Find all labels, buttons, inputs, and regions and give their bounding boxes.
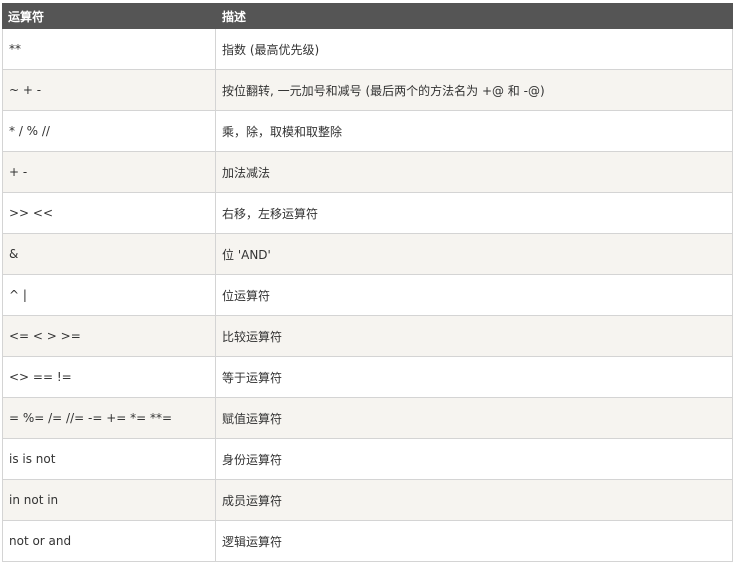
- operator-cell: **: [2, 28, 216, 70]
- operator-cell: ^ |: [2, 274, 216, 316]
- description-cell: 等于运算符: [215, 356, 733, 398]
- description-cell: 身份运算符: [215, 438, 733, 480]
- operator-cell: = %= /= //= -= += *= **=: [2, 397, 216, 439]
- table-row: in not in 成员运算符: [2, 479, 733, 521]
- table-row: + - 加法减法: [2, 151, 733, 193]
- table-row: ** 指数 (最高优先级): [2, 28, 733, 70]
- table-row: * / % // 乘，除，取模和取整除: [2, 110, 733, 152]
- table-row: not or and 逻辑运算符: [2, 520, 733, 562]
- operator-cell: >> <<: [2, 192, 216, 234]
- operator-cell: &: [2, 233, 216, 275]
- description-cell: 加法减法: [215, 151, 733, 193]
- column-header-description: 描述: [215, 3, 733, 29]
- description-cell: 成员运算符: [215, 479, 733, 521]
- table-row: <> == != 等于运算符: [2, 356, 733, 398]
- description-cell: 逻辑运算符: [215, 520, 733, 562]
- table-row: ~ + - 按位翻转, 一元加号和减号 (最后两个的方法名为 +@ 和 -@): [2, 69, 733, 111]
- operator-cell: + -: [2, 151, 216, 193]
- column-header-operator: 运算符: [2, 3, 216, 29]
- table-row: & 位 'AND': [2, 233, 733, 275]
- description-cell: 乘，除，取模和取整除: [215, 110, 733, 152]
- description-cell: 指数 (最高优先级): [215, 28, 733, 70]
- operator-cell: ~ + -: [2, 69, 216, 111]
- description-cell: 按位翻转, 一元加号和减号 (最后两个的方法名为 +@ 和 -@): [215, 69, 733, 111]
- table-row: >> << 右移，左移运算符: [2, 192, 733, 234]
- table-row: <= < > >= 比较运算符: [2, 315, 733, 357]
- operator-precedence-table-container: 运算符 描述 ** 指数 (最高优先级) ~ + - 按位翻转, 一元加号和减号…: [2, 3, 733, 562]
- operator-cell: in not in: [2, 479, 216, 521]
- operator-cell: * / % //: [2, 110, 216, 152]
- operator-cell: is is not: [2, 438, 216, 480]
- operator-cell: <> == !=: [2, 356, 216, 398]
- table-header: 运算符 描述: [2, 3, 733, 29]
- table-body: ** 指数 (最高优先级) ~ + - 按位翻转, 一元加号和减号 (最后两个的…: [2, 28, 733, 562]
- operator-cell: not or and: [2, 520, 216, 562]
- table-row: is is not 身份运算符: [2, 438, 733, 480]
- description-cell: 右移，左移运算符: [215, 192, 733, 234]
- description-cell: 比较运算符: [215, 315, 733, 357]
- description-cell: 赋值运算符: [215, 397, 733, 439]
- table-header-row: 运算符 描述: [2, 3, 733, 29]
- operator-precedence-table: 运算符 描述 ** 指数 (最高优先级) ~ + - 按位翻转, 一元加号和减号…: [2, 3, 733, 562]
- table-row: ^ | 位运算符: [2, 274, 733, 316]
- description-cell: 位 'AND': [215, 233, 733, 275]
- description-cell: 位运算符: [215, 274, 733, 316]
- operator-cell: <= < > >=: [2, 315, 216, 357]
- table-row: = %= /= //= -= += *= **= 赋值运算符: [2, 397, 733, 439]
